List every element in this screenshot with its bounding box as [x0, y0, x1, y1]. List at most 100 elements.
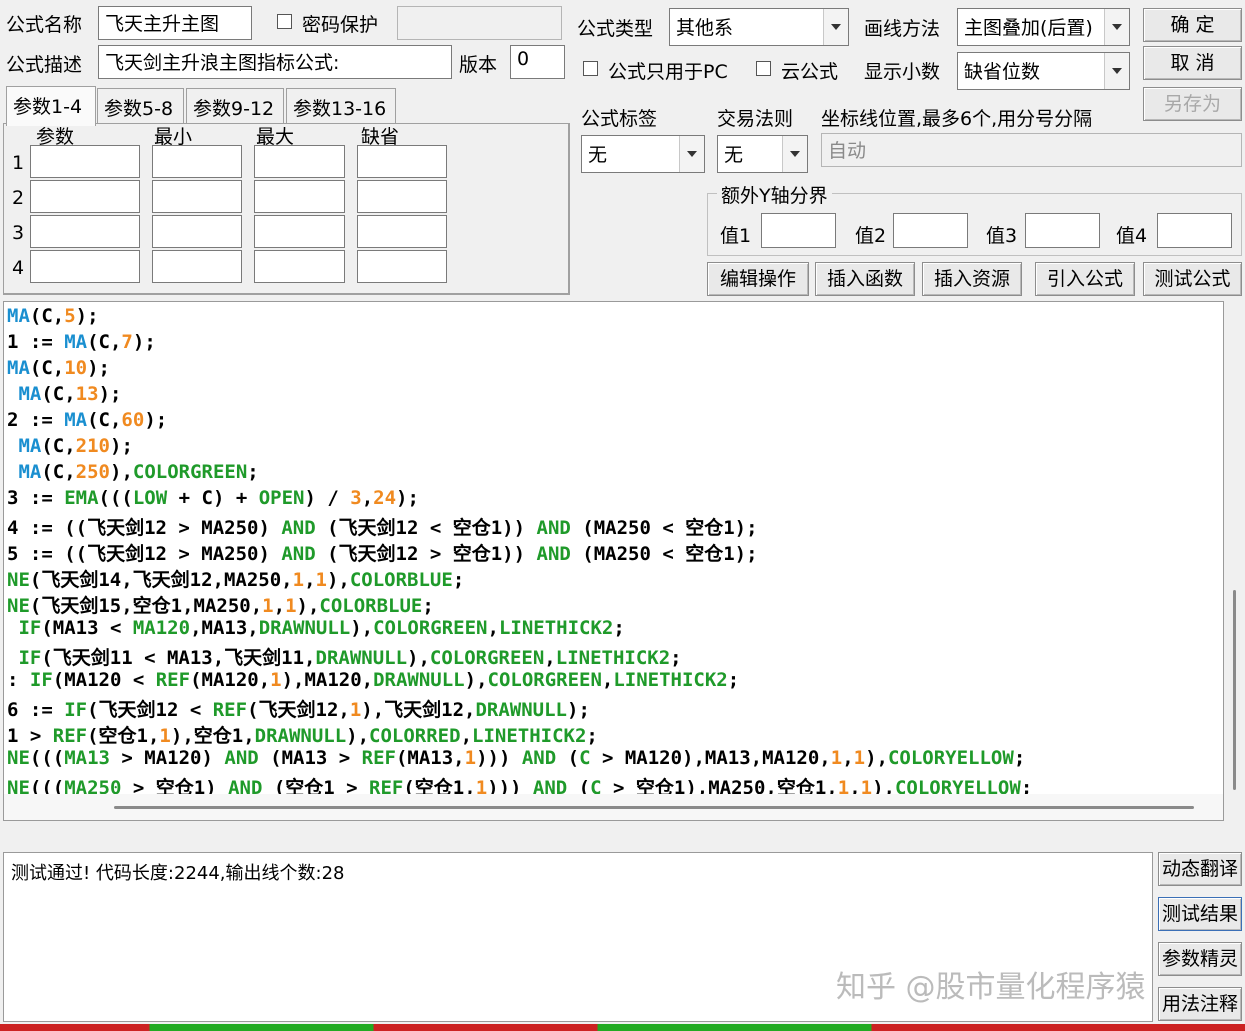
- password-checkbox[interactable]: [277, 14, 292, 29]
- param-default-input[interactable]: [357, 145, 447, 178]
- code-token: 6 :=: [7, 699, 65, 721]
- param-name-input[interactable]: [30, 250, 140, 283]
- test-result-button[interactable]: 测试结果: [1158, 897, 1242, 931]
- tab-params-13-16[interactable]: 参数13-16: [286, 88, 396, 124]
- save-as-button[interactable]: 另存为: [1143, 87, 1242, 121]
- code-token: MA: [18, 461, 42, 483]
- code-token: (MA13 <: [41, 617, 133, 639]
- code-token: ;: [586, 725, 598, 747]
- code-token: ;: [613, 617, 625, 639]
- code-token: ,: [361, 487, 374, 509]
- param-min-input[interactable]: [152, 180, 242, 213]
- code-token: ))): [476, 747, 522, 769]
- code-token: (飞天剑11 < MA13,飞天剑11,: [41, 647, 316, 669]
- code-token: ),: [110, 461, 133, 483]
- version-input[interactable]: 0: [510, 45, 565, 79]
- coord-lines-label: 坐标线位置,最多6个,用分号分隔: [821, 108, 1093, 130]
- code-token: 60: [121, 409, 145, 431]
- formula-type-select[interactable]: 其他系: [669, 8, 849, 46]
- formula-name-input[interactable]: 飞天主升主图: [98, 6, 252, 40]
- formula-desc-input[interactable]: 飞天剑主升浪主图指标公式:: [98, 45, 452, 79]
- draw-method-label: 画线方法: [864, 18, 941, 40]
- insert-function-button[interactable]: 插入函数: [815, 262, 915, 296]
- status-strip: [0, 1024, 1245, 1031]
- code-token: (C,: [87, 409, 122, 431]
- code-token: ,: [304, 569, 316, 591]
- test-output-message: 测试通过! 代码长度:2244,输出线个数:28: [11, 863, 345, 884]
- import-formula-button[interactable]: 引入公式: [1035, 262, 1135, 296]
- chevron-down-icon: [782, 136, 807, 172]
- code-token: ),: [296, 595, 320, 617]
- code-line: MA(C,250),COLORGREEN;: [7, 461, 258, 483]
- code-token: COLORRED: [369, 725, 461, 747]
- chevron-down-icon: [679, 136, 704, 172]
- formula-type-value: 其他系: [676, 17, 734, 39]
- cancel-button[interactable]: 取 消: [1143, 46, 1242, 80]
- cloud-checkbox[interactable]: [756, 61, 771, 76]
- code-line: : IF(MA120 < REF(MA120,1),MA120,DRAWNULL…: [7, 669, 739, 691]
- yaxis-value1-input[interactable]: [761, 213, 836, 248]
- yaxis-value4-label: 值4: [1116, 225, 1148, 247]
- code-token: (C,: [87, 331, 122, 353]
- horizontal-scrollbar-thumb[interactable]: [114, 806, 1194, 809]
- test-formula-button[interactable]: 测试公式: [1143, 262, 1242, 296]
- code-token: (飞天剑12,: [247, 699, 350, 721]
- code-token: C: [579, 747, 591, 769]
- ok-button[interactable]: 确 定: [1143, 8, 1242, 42]
- code-token: COLORGREEN: [487, 669, 602, 691]
- code-token: (MA250 < 空仓1);: [570, 517, 758, 539]
- param-name-input[interactable]: [30, 180, 140, 213]
- code-token: AND: [536, 543, 571, 565]
- coord-lines-input[interactable]: 自动: [821, 133, 1242, 167]
- code-token: (MA250 < 空仓1);: [570, 543, 758, 565]
- code-editor[interactable]: MA(C,5); 1 := MA(C,7); MA(C,10); MA(C,13);…: [3, 301, 1224, 821]
- code-line: 4 := ((飞天剑12 > MA250) AND (飞天剑12 < 空仓1))…: [7, 513, 758, 540]
- code-token: + C) +: [167, 487, 259, 509]
- yaxis-value2-input[interactable]: [893, 213, 968, 248]
- edit-operations-button[interactable]: 编辑操作: [707, 262, 809, 296]
- param-name-input[interactable]: [30, 215, 140, 248]
- code-token: DRAWNULL: [258, 617, 351, 639]
- yaxis-value4-input[interactable]: [1157, 213, 1232, 248]
- code-token: ),: [407, 647, 430, 669]
- yaxis-value3-input[interactable]: [1025, 213, 1100, 248]
- param-default-input[interactable]: [357, 250, 447, 283]
- vertical-scrollbar-thumb[interactable]: [1233, 590, 1236, 790]
- code-token: IF: [64, 699, 88, 721]
- code-token: 5 := ((飞天剑12 > MA250): [7, 543, 282, 565]
- code-line: NE(飞天剑15,空仓1,MA250,1,1),COLORBLUE;: [7, 591, 434, 618]
- code-token: MA: [7, 305, 30, 327]
- code-token: DRAWNULL: [373, 669, 465, 691]
- param-min-input[interactable]: [152, 145, 242, 178]
- pc-only-checkbox[interactable]: [583, 61, 598, 76]
- trade-rule-select[interactable]: 无: [717, 135, 808, 173]
- param-row-number: 3: [12, 222, 25, 244]
- formula-tag-select[interactable]: 无: [581, 135, 705, 173]
- draw-method-select[interactable]: 主图叠加(后置): [957, 8, 1130, 46]
- code-token: COLORGREEN: [429, 647, 545, 669]
- usage-notes-button[interactable]: 用法注释: [1158, 987, 1242, 1021]
- insert-resource-button[interactable]: 插入资源: [922, 262, 1022, 296]
- decimals-select[interactable]: 缺省位数: [957, 52, 1130, 90]
- param-min-input[interactable]: [152, 215, 242, 248]
- horizontal-scrollbar[interactable]: [4, 794, 1223, 820]
- param-max-input[interactable]: [254, 215, 345, 248]
- code-token: LOW: [132, 487, 168, 509]
- param-default-input[interactable]: [357, 215, 447, 248]
- param-default-input[interactable]: [357, 180, 447, 213]
- tab-params-5-8[interactable]: 参数5-8: [97, 88, 184, 124]
- param-max-input[interactable]: [254, 180, 345, 213]
- param-name-input[interactable]: [30, 145, 140, 178]
- password-input[interactable]: [397, 6, 562, 40]
- dynamic-translate-button[interactable]: 动态翻译: [1158, 852, 1242, 886]
- param-min-input[interactable]: [152, 250, 242, 283]
- tab-params-1-4[interactable]: 参数1-4: [6, 86, 96, 126]
- param-max-input[interactable]: [254, 145, 345, 178]
- param-wizard-button[interactable]: 参数精灵: [1158, 942, 1242, 976]
- code-token: AND: [281, 517, 316, 539]
- param-max-input[interactable]: [254, 250, 345, 283]
- code-token: IF: [29, 669, 53, 691]
- tab-params-9-12[interactable]: 参数9-12: [186, 88, 284, 124]
- decimals-value: 缺省位数: [964, 61, 1041, 83]
